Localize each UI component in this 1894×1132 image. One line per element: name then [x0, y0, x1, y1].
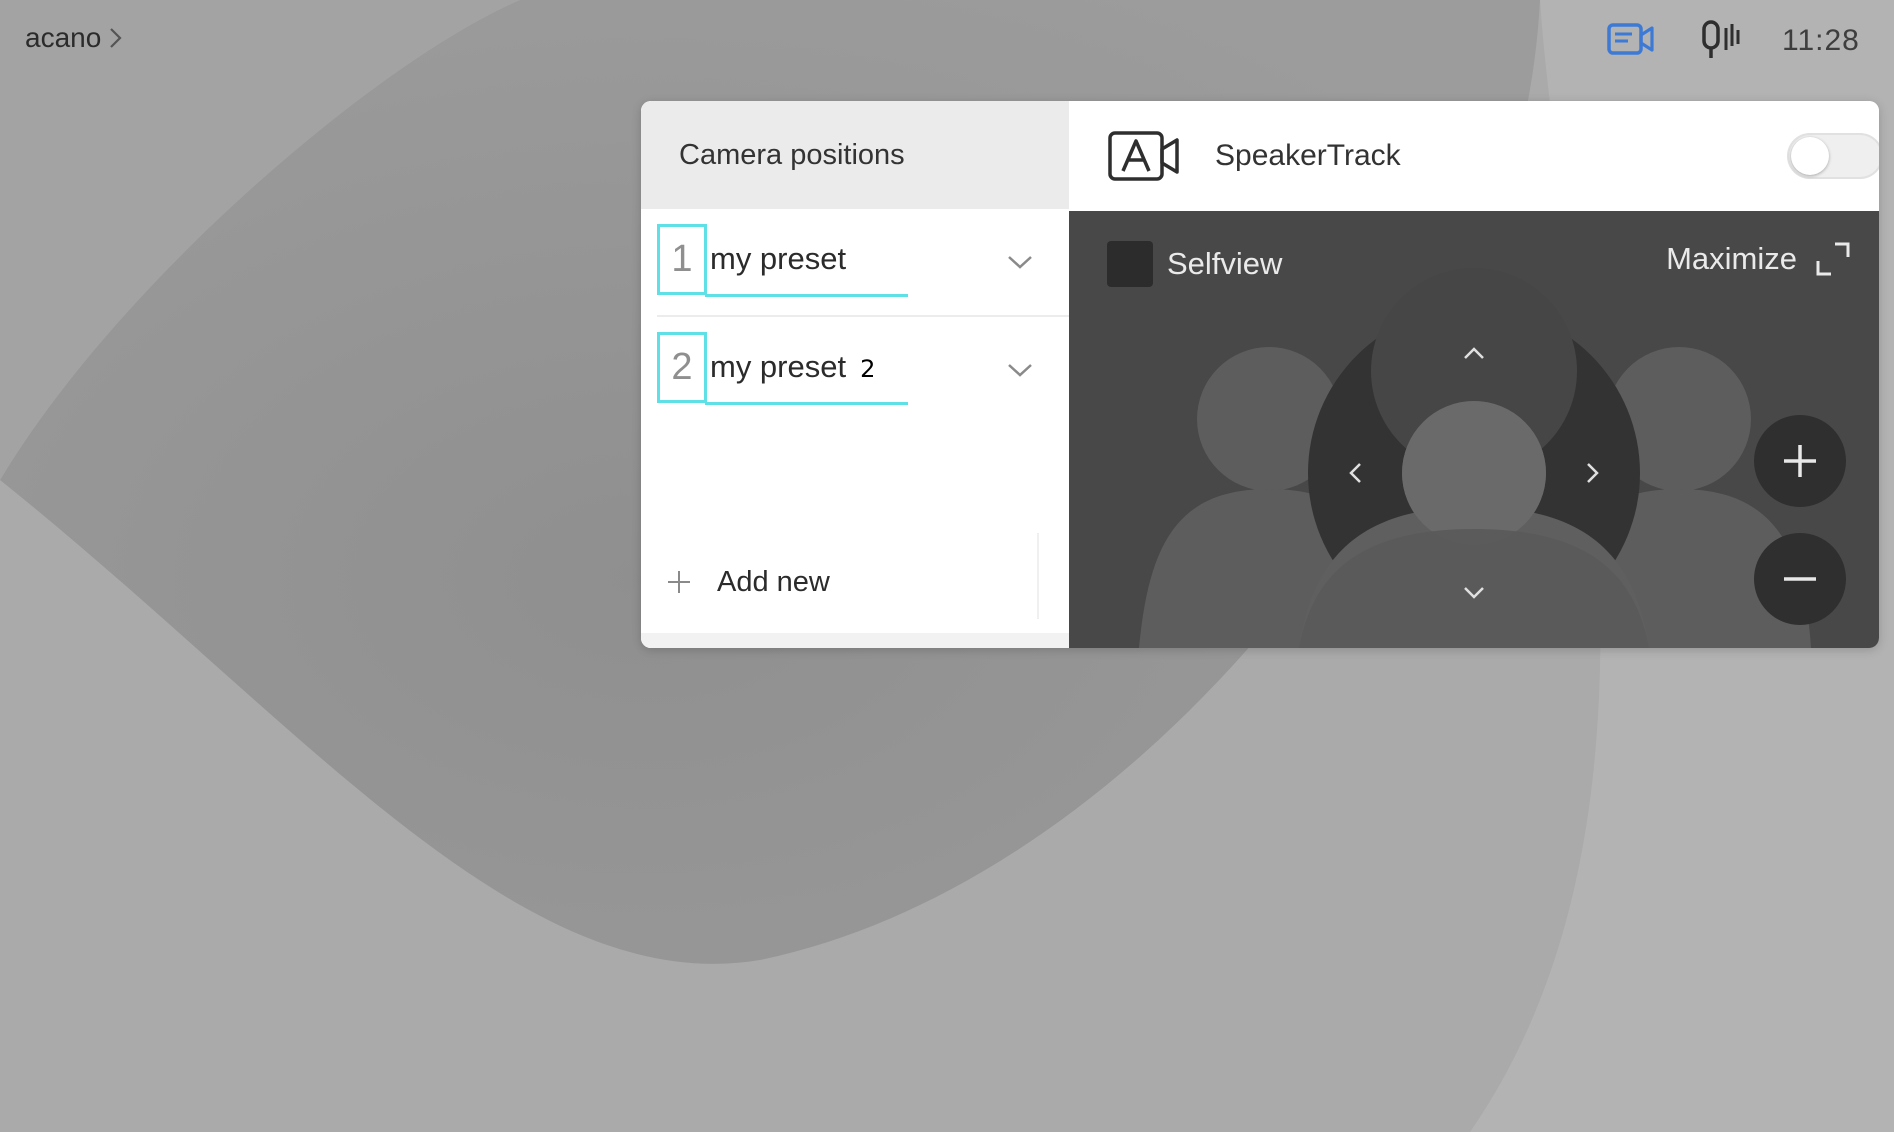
microphone-icon[interactable] [1700, 18, 1746, 62]
preset-suffix: 2 [860, 355, 876, 383]
speakertrack-header: SpeakerTrack [1069, 101, 1879, 211]
zoom-in-button[interactable] [1754, 415, 1846, 507]
chevron-up-icon [1464, 347, 1484, 359]
maximize-label: Maximize [1666, 241, 1797, 276]
highlight-underline [705, 294, 908, 297]
camera-control-panel: Camera positions 1 my preset 2 my preset… [641, 101, 1879, 648]
chevron-right-icon [110, 28, 122, 48]
preset-row-2[interactable]: 2 my preset 2 [657, 318, 1069, 423]
plus-icon [1784, 445, 1816, 477]
room-name-link[interactable]: acano [25, 22, 123, 54]
toggle-knob [1791, 137, 1829, 175]
add-new-preset-button[interactable]: Add new [665, 542, 995, 622]
pan-left-button[interactable] [1326, 443, 1386, 503]
selfview-area: Selfview Maximize [1069, 211, 1879, 648]
selfview-toggle[interactable]: Selfview [1107, 241, 1282, 287]
preset-number-badge: 1 [657, 224, 707, 295]
camera-positions-title: Camera positions [679, 139, 905, 171]
divider [1037, 533, 1039, 619]
minus-icon [1784, 577, 1816, 581]
selfview-checkbox [1107, 241, 1153, 287]
camera-positions-pane: Camera positions 1 my preset 2 my preset… [641, 101, 1069, 648]
chevron-down-icon [1464, 587, 1484, 599]
clock: 11:28 [1782, 24, 1860, 57]
speakertrack-label: SpeakerTrack [1215, 139, 1401, 172]
maximize-button[interactable]: Maximize [1666, 241, 1851, 277]
pan-down-button[interactable] [1444, 563, 1504, 623]
preset-row-1[interactable]: 1 my preset [657, 210, 1069, 317]
chevron-left-icon [1349, 463, 1361, 483]
camera-positions-header: Camera positions [641, 101, 1069, 209]
selfview-label: Selfview [1167, 246, 1283, 281]
zoom-out-button[interactable] [1754, 533, 1846, 625]
preset-number-badge: 2 [657, 332, 707, 403]
preset-name: my preset [710, 349, 847, 384]
pan-up-button[interactable] [1444, 323, 1504, 383]
chevron-down-icon[interactable] [1005, 358, 1035, 380]
chevron-right-icon [1587, 463, 1599, 483]
highlight-underline [705, 402, 908, 405]
preset-name: my preset [710, 241, 847, 276]
chevron-down-icon[interactable] [1005, 250, 1035, 272]
preset-label: my preset 2 [710, 349, 875, 385]
camera-panel-icon[interactable] [1606, 20, 1656, 60]
speakertrack-toggle[interactable] [1787, 133, 1879, 179]
top-bar: acano 11:28 [0, 0, 1894, 80]
add-new-label: Add new [717, 565, 830, 598]
pan-right-button[interactable] [1562, 443, 1622, 503]
preset-label: my preset [710, 241, 846, 277]
pane-footer [641, 633, 1069, 648]
room-name: acano [25, 22, 102, 53]
speakertrack-icon [1108, 131, 1179, 181]
plus-icon [668, 571, 690, 593]
maximize-icon [1816, 242, 1850, 276]
